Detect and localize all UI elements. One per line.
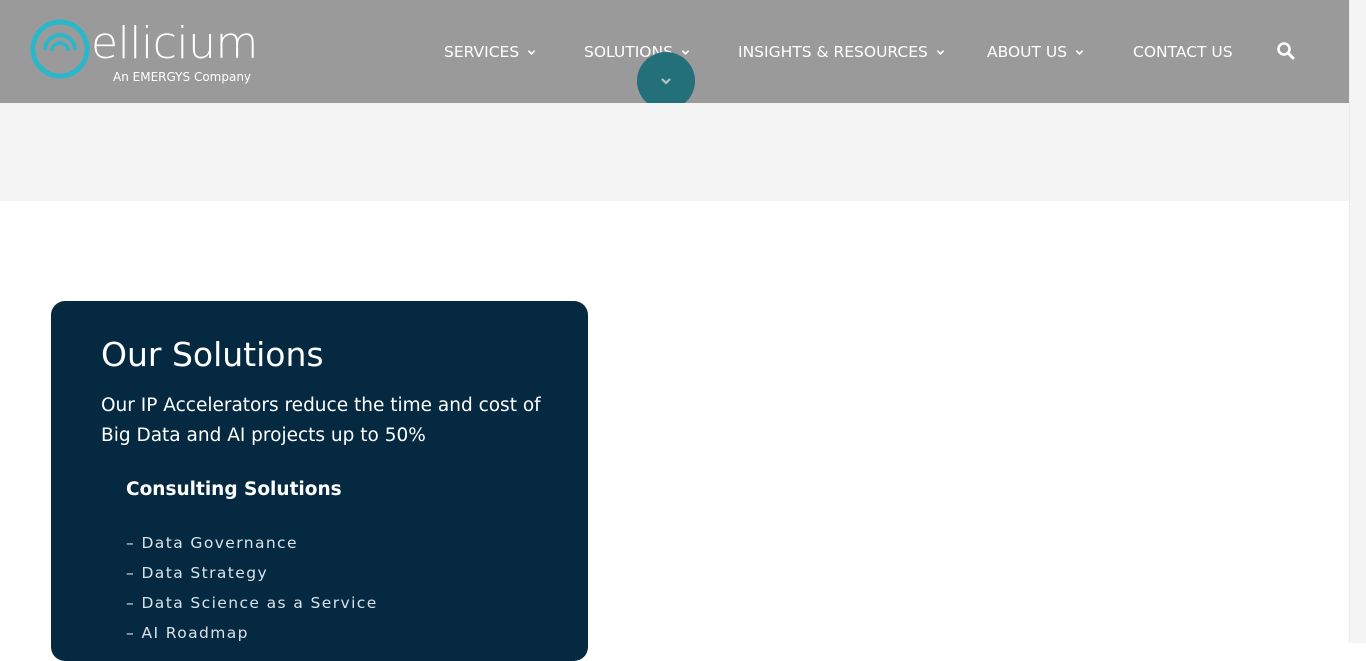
nav-label: ABOUT US	[987, 43, 1068, 61]
nav-insights-resources[interactable]: INSIGHTS & RESOURCES	[738, 40, 945, 64]
consulting-solutions-list: – Data Governance – Data Strategy – Data…	[126, 528, 378, 648]
solutions-card: Our Solutions Our IP Accelerators reduce…	[51, 301, 588, 661]
solution-item-data-strategy[interactable]: – Data Strategy	[126, 558, 378, 588]
scroll-down-button[interactable]	[637, 52, 695, 110]
solution-item-ai-roadmap[interactable]: – AI Roadmap	[126, 618, 378, 648]
solutions-description: Our IP Accelerators reduce the time and …	[101, 395, 541, 446]
chevron-down-icon	[527, 49, 536, 55]
chevron-down-icon	[681, 49, 690, 55]
page-banner-band	[0, 103, 1349, 201]
nav-label: CONTACT US	[1133, 43, 1233, 61]
vertical-scrollbar[interactable]	[1349, 0, 1366, 643]
chevron-down-icon	[661, 78, 671, 85]
logo-mark-icon	[30, 19, 90, 79]
ellicium-logo[interactable]: ellicium An EMERGYS Company	[28, 16, 258, 88]
nav-about-us[interactable]: ABOUT US	[987, 40, 1084, 64]
search-icon[interactable]	[1276, 41, 1296, 61]
consulting-solutions-heading: Consulting Solutions	[126, 479, 342, 500]
chevron-down-icon	[936, 49, 945, 55]
solution-item-data-governance[interactable]: – Data Governance	[126, 528, 378, 558]
logo-tagline: An EMERGYS Company	[113, 70, 252, 84]
logo-wordmark: ellicium	[91, 18, 258, 69]
nav-services[interactable]: SERVICES	[444, 40, 536, 64]
site-header: ellicium An EMERGYS Company SERVICES SOL…	[0, 0, 1349, 110]
nav-contact-us[interactable]: CONTACT US	[1133, 40, 1233, 64]
nav-label: INSIGHTS & RESOURCES	[738, 43, 928, 61]
solution-item-data-science[interactable]: – Data Science as a Service	[126, 588, 378, 618]
solutions-title: Our Solutions	[101, 335, 324, 374]
chevron-down-icon	[1075, 49, 1084, 55]
nav-label: SERVICES	[444, 43, 520, 61]
